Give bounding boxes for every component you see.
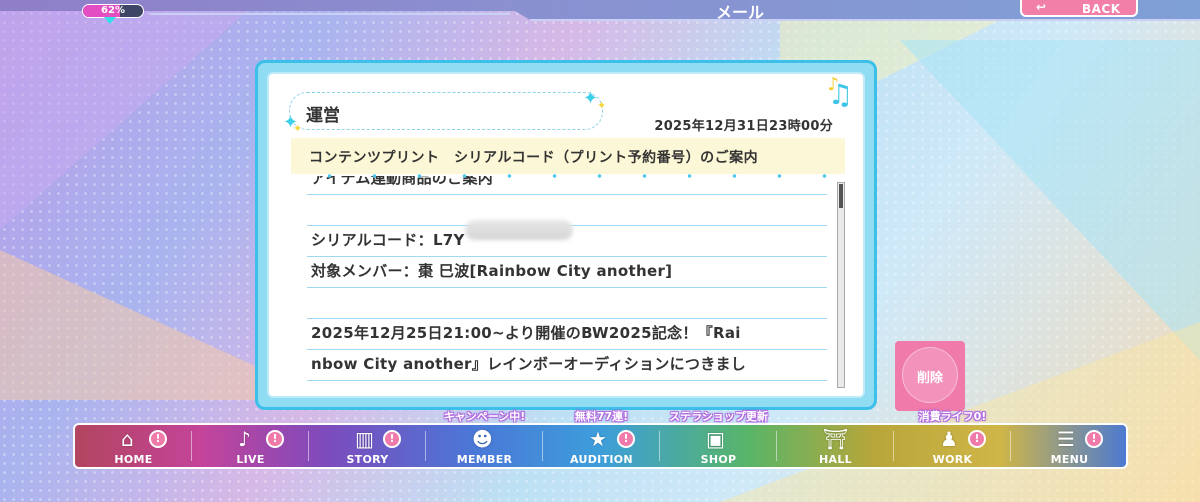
nav-item-story[interactable]: ▥! STORY [309,425,426,467]
notification-badge-icon: ! [149,430,167,448]
audition-card-icon: ★ [589,427,607,451]
mail-body-text: nbow City another』レインボーオーディションにつきまし [311,355,747,373]
home-icon: ⌂ [121,427,134,451]
nav-label: HALL [819,453,852,466]
redaction-mark [465,220,573,240]
delete-button[interactable]: 削除 [895,341,965,411]
notification-badge-icon: ! [266,430,284,448]
stamina-pointer-icon [104,17,116,24]
background-shard [0,0,260,230]
nav-label: LIVE [236,453,265,466]
mail-body-line: 対象メンバー：棗 巳波[Rainbow City another] [307,257,827,288]
nav-label: SHOP [700,453,737,466]
page-title: メール [715,3,764,22]
mail-body-line: アイテム連動商品のご案内 [307,176,827,195]
nav-item-menu[interactable]: ☰! MENU [1011,425,1128,467]
mail-body-line: 2025年12月25日21:00~より開催のBW2025記念！『Rai [307,319,827,350]
nav-label: MEMBER [456,453,513,466]
background-shard [900,40,1200,360]
sender-box: 運営 [289,92,603,130]
book-icon: ▥ [355,427,374,451]
mail-body-line [307,288,827,319]
divider [150,13,510,15]
notification-badge-icon: ! [1085,430,1103,448]
nav-campaign-tag: 無料77連! [574,410,629,423]
nav-item-home[interactable]: ⌂! HOME [75,425,192,467]
mail-body-text: て [311,384,326,386]
mail-panel: 運営 ✦ ✦ ✦ ✦ ♪ ♫ 2025年12月31日23時00分 コンテンツプリ… [255,60,877,410]
nav-label: MENU [1050,453,1089,466]
back-button-label: BACK [1082,2,1121,16]
mail-date: 2025年12月31日23時00分 [654,119,833,134]
nav-campaign-tag: ステラショップ更新 [669,410,768,423]
nav-label: WORK [932,453,973,466]
mail-body[interactable]: アイテム連動商品のご案内シリアルコード：L7Y 対象メンバー：棗 巳波[Rainb… [307,176,827,386]
mail-body-text: 対象メンバー：棗 巳波[Rainbow City another] [311,262,673,280]
menu-list-icon: ☰ [1057,427,1075,451]
hall-icon: ⛩ [823,427,849,451]
mail-subject: コンテンツプリント シリアルコード（プリント予約番号）のご案内 [309,150,759,166]
nav-item-live[interactable]: ♪! LIVE [192,425,309,467]
sparkle-icon: ✦ [583,88,599,109]
notification-badge-icon: ! [968,430,986,448]
scrollbar[interactable] [837,182,845,388]
mail-body-line: nbow City another』レインボーオーディションにつきまし [307,350,827,381]
sparkle-icon: ✦ [597,99,607,112]
nav-campaign-tag: キャンペーン中! [443,410,526,423]
divider [307,174,827,178]
sparkle-icon: ✦ [293,122,303,135]
bottom-nav: ⌂! HOME ♪! LIVE ▥! STORY キャンペーン中! ☻ MEMBER 無料77連!… [73,410,1128,469]
nav-campaign-tag: 消費ライフ0! [918,410,987,423]
nav-item-member[interactable]: キャンペーン中! ☻ MEMBER [426,410,543,467]
nav-item-shop[interactable]: ステラショップ更新 ▣ SHOP [660,410,777,467]
member-icon: ☻ [472,427,493,451]
divider [530,19,1200,21]
nav-item-work[interactable]: 消費ライフ0! ♟! WORK [894,410,1011,467]
nav-item-hall[interactable]: ⛩ HALL [777,425,894,467]
nav-item-audition[interactable]: 無料77連! ★! AUDITION [543,410,660,467]
mail-body-text: 2025年12月25日21:00~より開催のBW2025記念！『Rai [311,324,741,342]
music-note-icon: ♪ [238,427,251,451]
music-note-icon: ♫ [827,78,853,111]
notification-badge-icon: ! [383,430,401,448]
mail-body-line: て [307,381,827,386]
nav-label: STORY [346,453,389,466]
top-bar: 62% メール ↩ BACK [0,0,1200,24]
mail-sender: 運営 [306,106,340,126]
delete-button-label: 削除 [916,371,943,386]
nav-label: AUDITION [570,453,633,466]
stamina-gauge: 62% [82,4,144,18]
shop-basket-icon: ▣ [706,427,725,451]
mail-content: 運営 ✦ ✦ ✦ ✦ ♪ ♫ 2025年12月31日23時00分 コンテンツプリ… [267,72,865,398]
scrollbar-thumb[interactable] [839,184,843,208]
work-icon: ♟ [940,427,958,451]
back-button[interactable]: ↩ BACK [1020,0,1138,17]
back-arrow-icon: ↩ [1036,0,1047,14]
stamina-percent: 62% [101,5,125,16]
nav-label: HOME [114,453,153,466]
mail-body-text: シリアルコード：L7Y [311,231,465,249]
subject-bar: コンテンツプリント シリアルコード（プリント予約番号）のご案内 [291,138,845,174]
notification-badge-icon: ! [617,430,635,448]
